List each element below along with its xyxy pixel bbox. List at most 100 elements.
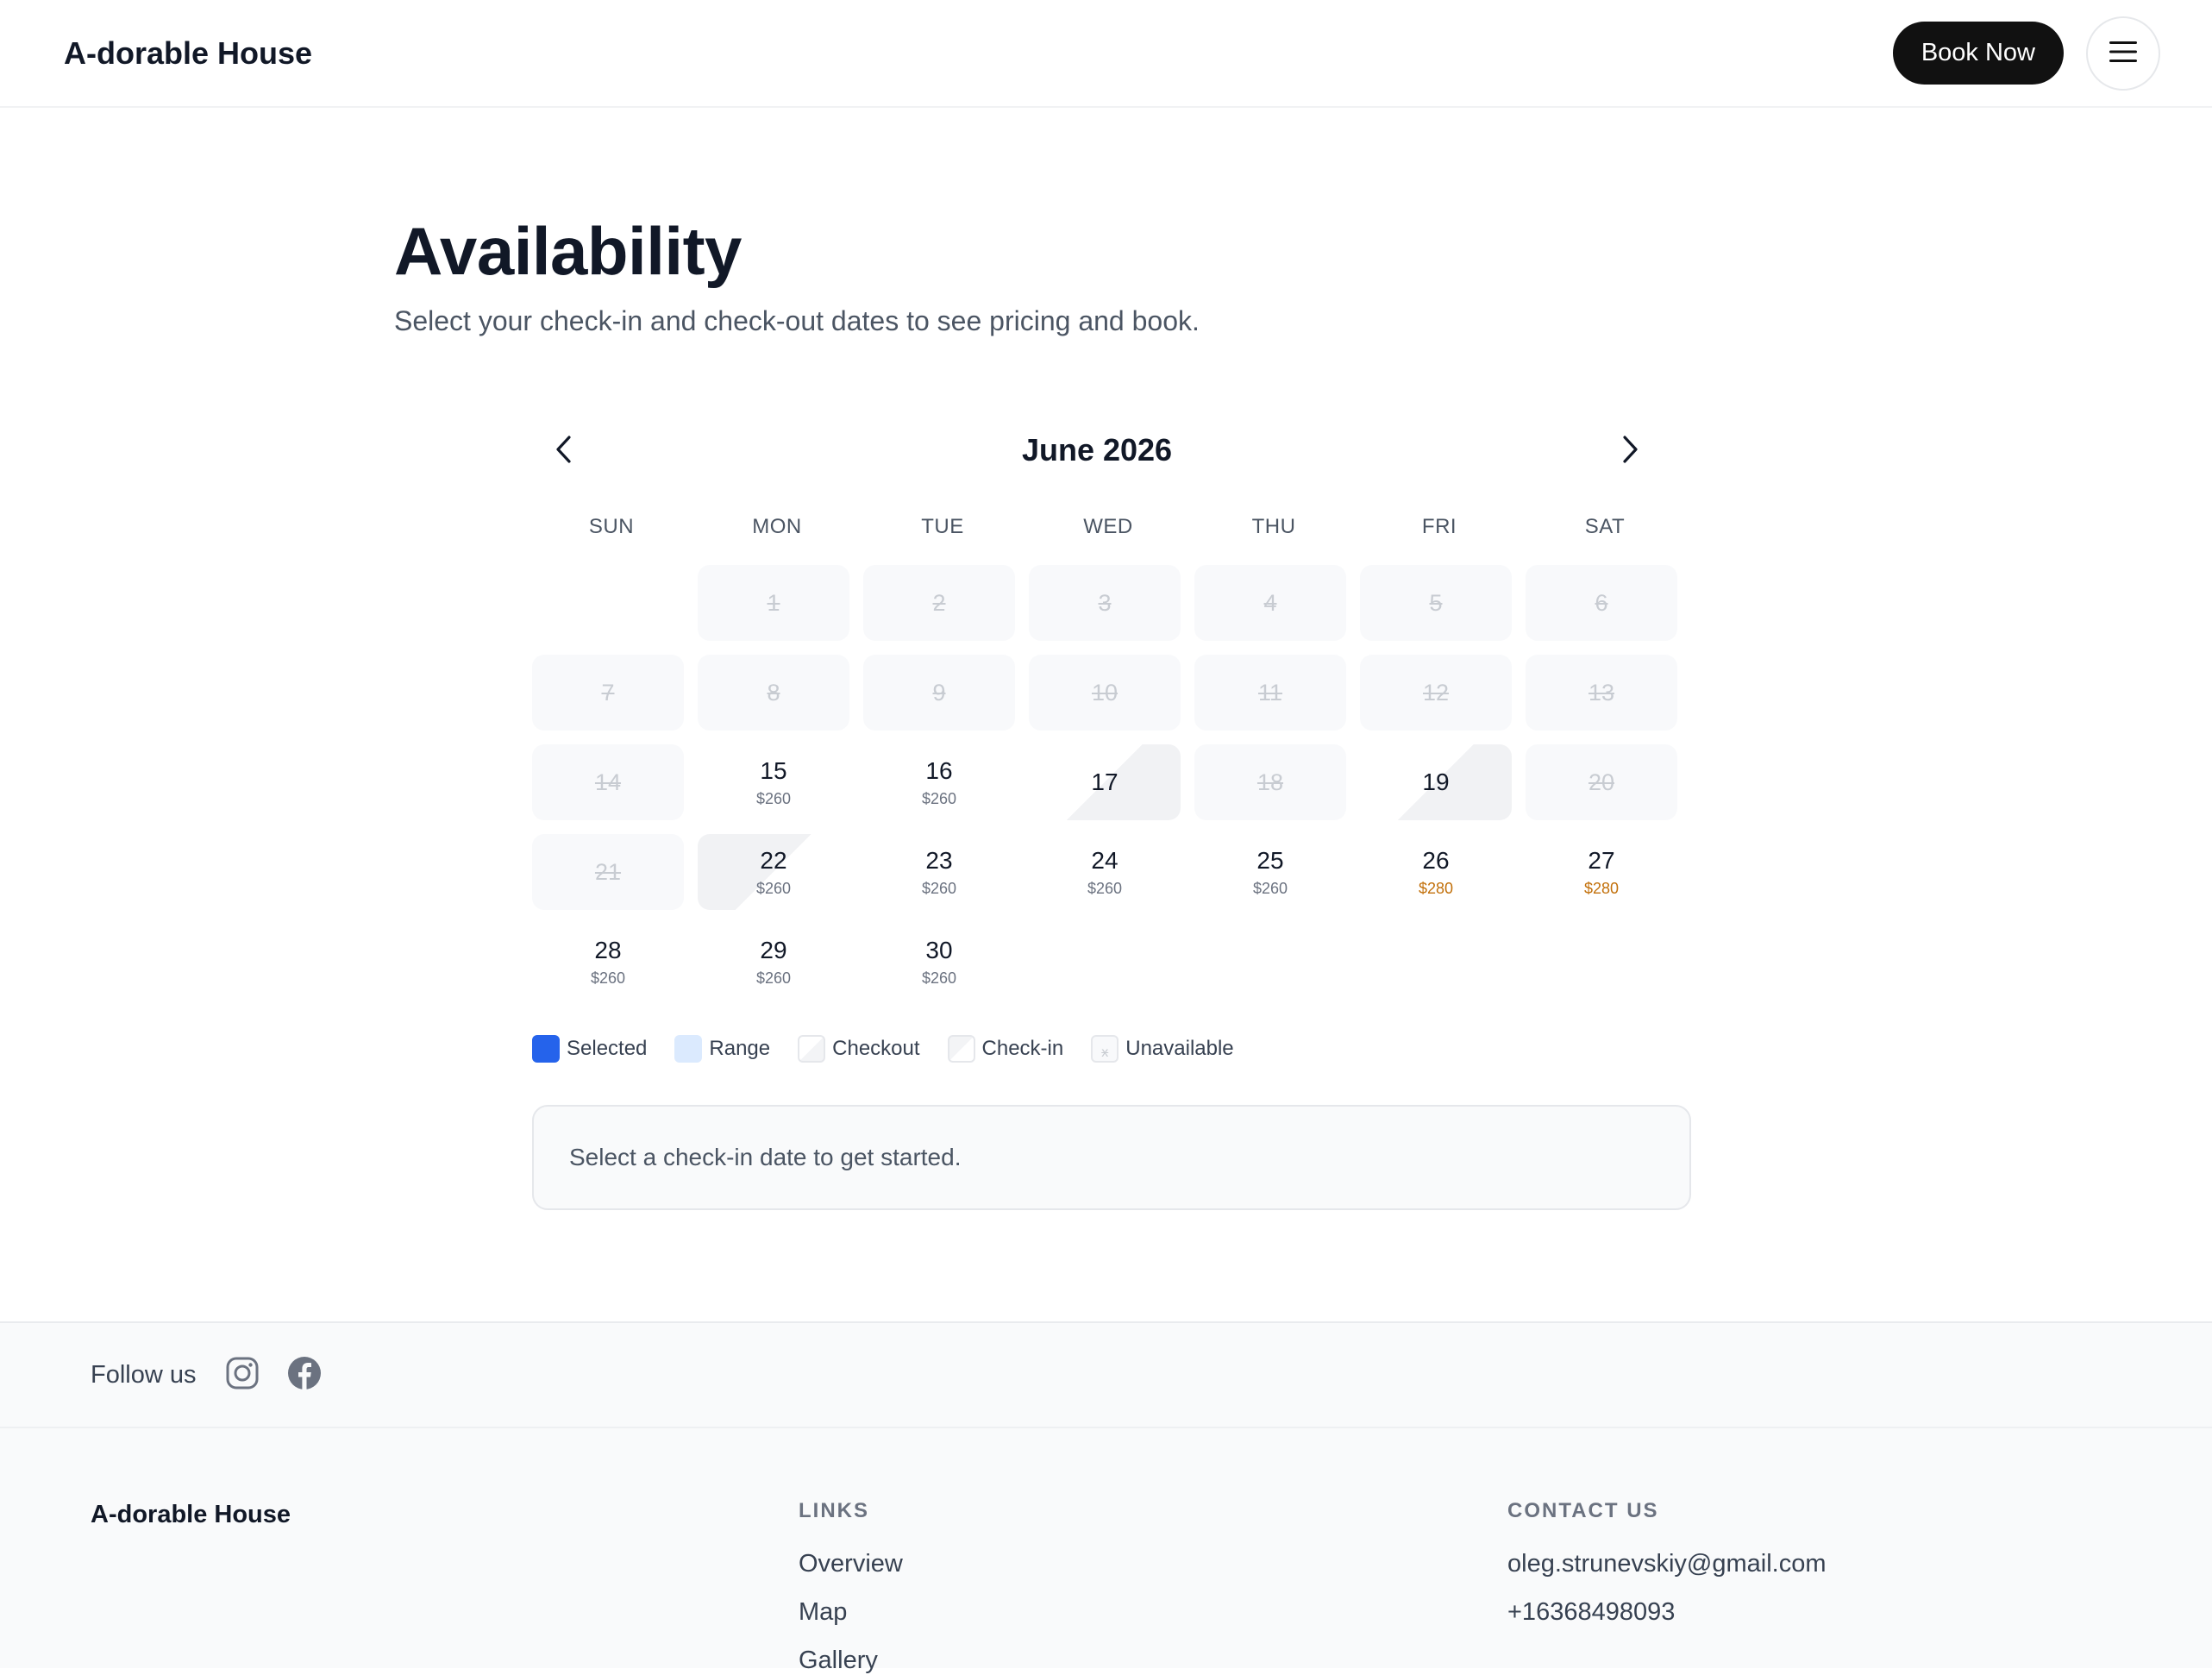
legend-swatch-selected	[532, 1035, 560, 1063]
day-price: $260	[921, 969, 957, 987]
facebook-link[interactable]	[286, 1356, 323, 1395]
weekday-label: MON	[752, 515, 802, 538]
day-price: $260	[921, 879, 957, 897]
instagram-link[interactable]	[224, 1357, 260, 1393]
calendar-day: 14	[532, 744, 684, 820]
footer-brand: A-dorable House	[91, 1501, 291, 1528]
day-number: 30	[925, 936, 953, 963]
calendar-nav: June 2026	[538, 424, 1656, 476]
booking-info-box: Select a check-in date to get started.	[532, 1105, 1691, 1210]
calendar-day[interactable]: 30 $260	[863, 924, 1015, 1000]
day-number: 6	[1595, 589, 1608, 616]
page-subtitle: Select your check-in and check-out dates…	[394, 305, 1200, 336]
weekday-label: WED	[1083, 515, 1133, 538]
follow-label: Follow us	[91, 1360, 197, 1389]
menu-icon	[2109, 40, 2138, 66]
legend-checkout: Checkout	[798, 1035, 920, 1063]
brand-logo[interactable]: A-dorable House	[64, 35, 312, 72]
day-number: 18	[1256, 768, 1284, 795]
day-number: 4	[1263, 589, 1277, 616]
calendar-day: 3	[1029, 565, 1181, 641]
calendar-day[interactable]: 28 $260	[532, 924, 684, 1000]
calendar-day[interactable]: 15 $260	[698, 744, 849, 820]
weekday-label: SAT	[1584, 515, 1626, 538]
day-number: 5	[1429, 589, 1443, 616]
legend-label: Range	[709, 1037, 771, 1060]
legend-range: Range	[674, 1035, 770, 1063]
legend-swatch-checkout	[798, 1035, 826, 1063]
calendar-day[interactable]: 27 $280	[1526, 834, 1677, 910]
next-month-button[interactable]	[1604, 424, 1656, 476]
legend-swatch-checkin	[947, 1035, 975, 1063]
legend-label: Unavailable	[1125, 1037, 1234, 1060]
footer-email-link[interactable]: oleg.strunevskiy@gmail.com	[1507, 1550, 1827, 1578]
calendar-day[interactable]: 29 $260	[698, 924, 849, 1000]
legend-unavailable: x Unavailable	[1091, 1035, 1234, 1063]
calendar-day[interactable]: 16 $260	[863, 744, 1015, 820]
day-number: 14	[594, 768, 622, 795]
month-label: June 2026	[1021, 432, 1173, 467]
day-number: 19	[1422, 768, 1450, 795]
menu-button[interactable]	[2086, 16, 2160, 91]
day-price: $260	[755, 879, 792, 897]
calendar-day: 12	[1360, 655, 1512, 731]
day-number: 25	[1256, 846, 1284, 874]
book-now-button[interactable]: Book Now	[1892, 22, 2064, 85]
footer-link-gallery[interactable]: Gallery	[799, 1647, 878, 1675]
day-number: 23	[925, 846, 953, 874]
calendar-empty-cell	[532, 565, 684, 641]
prev-month-button[interactable]	[538, 424, 590, 476]
facebook-icon	[287, 1356, 322, 1395]
calendar-day: 18	[1194, 744, 1346, 820]
calendar-day: 9	[863, 655, 1015, 731]
calendar-day[interactable]: 26 $280	[1360, 834, 1512, 910]
calendar-grid: 1 2 3 4 5 6 7 8 9 10 11 12 13 14 15 $260 16 $260 17 18 19 20 2…	[532, 565, 1677, 1000]
footer-link-overview[interactable]: Overview	[799, 1550, 903, 1578]
chevron-right-icon	[1620, 435, 1639, 467]
page-title: Availability	[394, 213, 742, 289]
day-number: 1	[767, 589, 780, 616]
calendar-day[interactable]: 19	[1360, 744, 1512, 820]
weekday-label: TUE	[921, 515, 964, 538]
calendar-day: 6	[1526, 565, 1677, 641]
day-number: 26	[1422, 846, 1450, 874]
legend-swatch-unavailable: x	[1091, 1035, 1119, 1063]
header-actions: Book Now	[1892, 16, 2160, 91]
calendar-day[interactable]: 22 $260	[698, 834, 849, 910]
calendar-day: 8	[698, 655, 849, 731]
calendar-day[interactable]: 23 $260	[863, 834, 1015, 910]
day-number: 2	[932, 589, 946, 616]
site-header: A-dorable House Book Now	[0, 0, 2212, 108]
day-price: $260	[755, 789, 792, 807]
day-number: 10	[1091, 679, 1119, 706]
day-number: 15	[760, 756, 787, 784]
footer-link-map[interactable]: Map	[799, 1598, 847, 1627]
legend-selected: Selected	[532, 1035, 647, 1063]
calendar-day[interactable]: 24 $260	[1029, 834, 1181, 910]
day-number: 12	[1422, 679, 1450, 706]
day-price: $260	[1087, 879, 1123, 897]
day-price: $280	[1418, 879, 1454, 897]
calendar-day[interactable]: 17	[1029, 744, 1181, 820]
weekday-label: SUN	[588, 515, 635, 538]
day-number: 17	[1091, 768, 1119, 795]
calendar-day: 4	[1194, 565, 1346, 641]
calendar-day: 11	[1194, 655, 1346, 731]
weekday-header: SUN MON TUE WED THU FRI SAT	[532, 515, 1686, 539]
day-number: 16	[925, 756, 953, 784]
day-number: 11	[1257, 679, 1283, 706]
legend-label: Check-in	[981, 1037, 1064, 1060]
footer-phone-link[interactable]: +16368498093	[1507, 1598, 1675, 1627]
calendar-day: 2	[863, 565, 1015, 641]
calendar-day: 20	[1526, 744, 1677, 820]
legend-checkin: Check-in	[947, 1035, 1064, 1063]
chevron-left-icon	[555, 435, 573, 467]
day-price: $260	[590, 969, 626, 987]
day-number: 7	[601, 679, 615, 706]
day-price: $280	[1583, 879, 1620, 897]
follow-row: Follow us	[0, 1323, 2212, 1428]
weekday-label: FRI	[1421, 515, 1457, 538]
calendar-day: 7	[532, 655, 684, 731]
footer-contact-heading: CONTACT US	[1507, 1499, 1659, 1522]
calendar-day[interactable]: 25 $260	[1194, 834, 1346, 910]
